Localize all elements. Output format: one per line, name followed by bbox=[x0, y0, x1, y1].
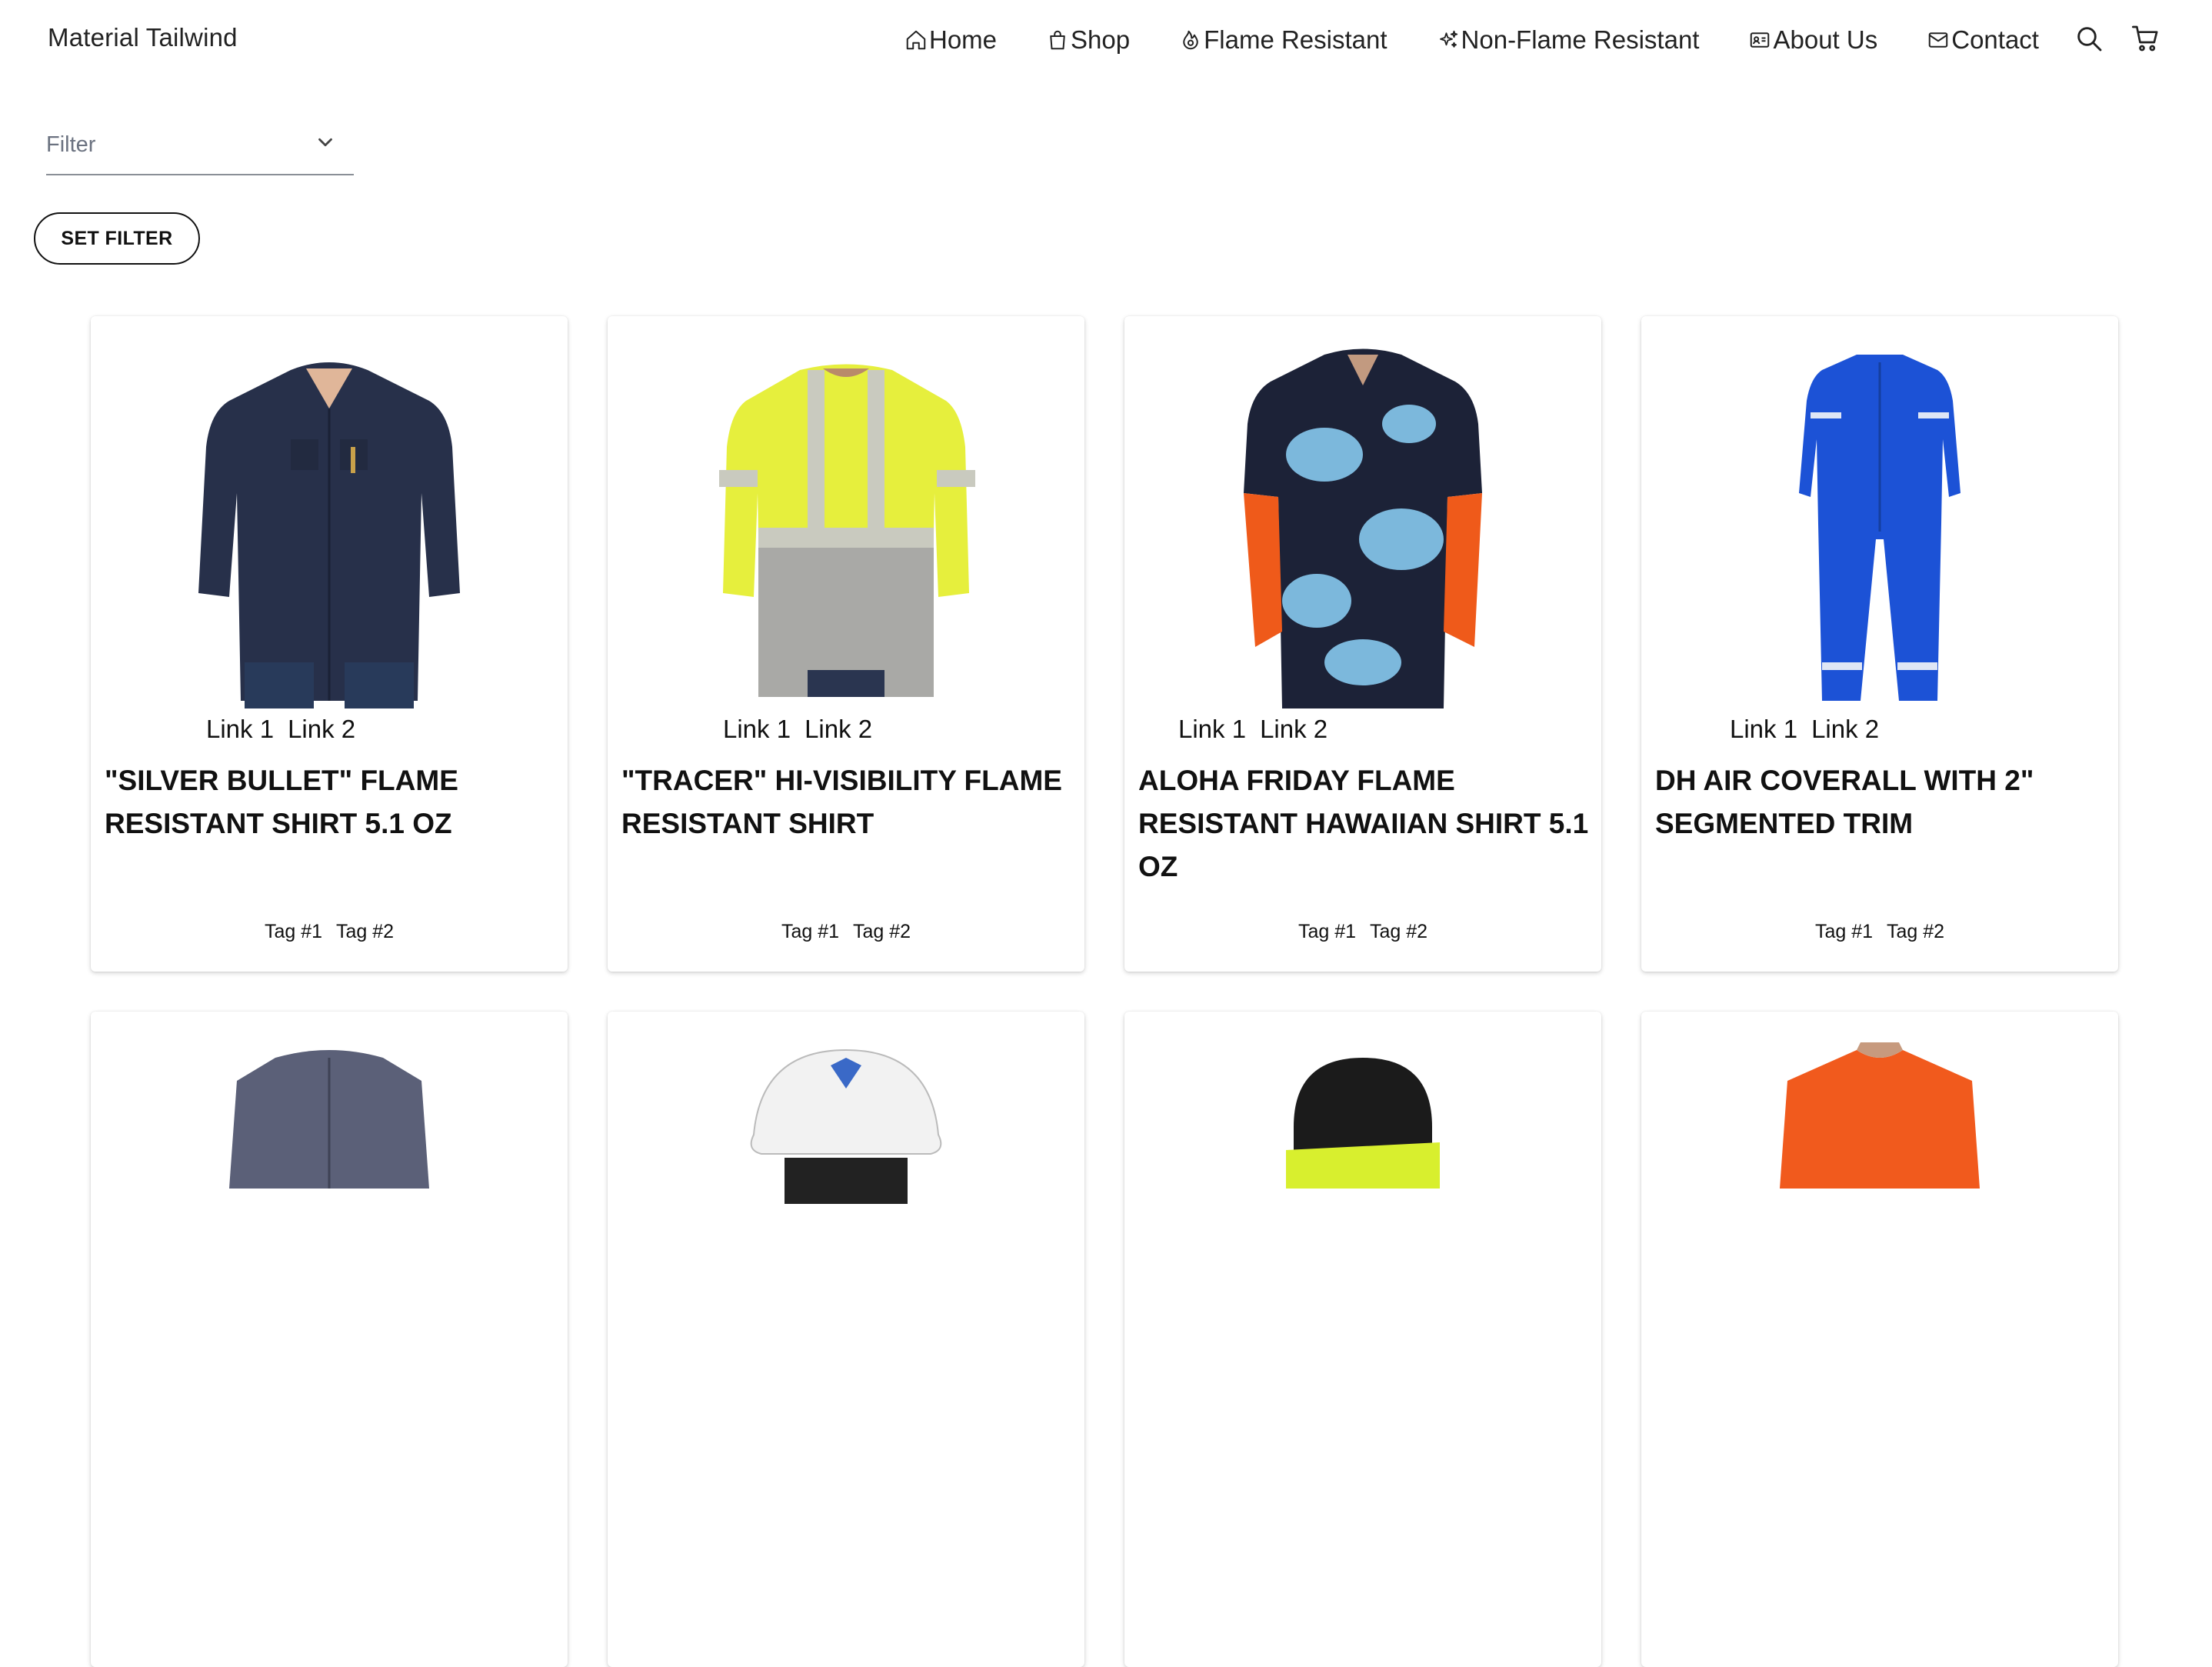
brand-logo[interactable]: Material Tailwind bbox=[48, 23, 238, 52]
product-image bbox=[1286, 1058, 1440, 1189]
product-image bbox=[1726, 339, 2034, 716]
product-link-1[interactable]: Link 1 bbox=[206, 715, 274, 744]
product-card[interactable]: Link 1 Link 2 DH Air Coverall with 2" Se… bbox=[1641, 316, 2118, 972]
nav-about-us-label: About Us bbox=[1773, 25, 1878, 54]
product-link-1[interactable]: Link 1 bbox=[1730, 715, 1797, 744]
product-tags: Tag #1 Tag #2 bbox=[1641, 921, 2118, 943]
product-tag-2[interactable]: Tag #2 bbox=[853, 921, 911, 943]
product-image bbox=[1209, 339, 1517, 716]
product-tag-1[interactable]: Tag #1 bbox=[265, 921, 322, 943]
product-card[interactable] bbox=[1124, 1012, 1601, 1667]
product-image bbox=[1780, 1042, 1980, 1189]
product-link-1[interactable]: Link 1 bbox=[723, 715, 791, 744]
product-tag-2[interactable]: Tag #2 bbox=[1370, 921, 1427, 943]
product-link-2[interactable]: Link 2 bbox=[288, 715, 355, 744]
set-filter-button[interactable]: SET FILTER bbox=[34, 212, 200, 265]
nav-contact-label: Contact bbox=[1951, 25, 2039, 54]
product-tag-1[interactable]: Tag #1 bbox=[781, 921, 839, 943]
product-links: Link 1 Link 2 bbox=[1730, 715, 2207, 744]
nav-shop-label: Shop bbox=[1071, 25, 1131, 54]
product-tag-1[interactable]: Tag #1 bbox=[1815, 921, 1873, 943]
nav-home-label: Home bbox=[929, 25, 998, 54]
filter-select[interactable]: Filter bbox=[46, 123, 354, 175]
nav-flame-resistant-label: Flame Resistant bbox=[1204, 25, 1387, 54]
main-nav: Home Shop Flame Resistant Non-Flame Resi… bbox=[904, 17, 2039, 63]
product-image bbox=[750, 1049, 942, 1204]
nav-about-us[interactable]: About Us bbox=[1748, 17, 1877, 63]
product-card[interactable] bbox=[1641, 1012, 2118, 1667]
product-card[interactable]: Link 1 Link 2 "Silver Bullet" Flame Resi… bbox=[91, 316, 568, 972]
product-image bbox=[692, 339, 1000, 716]
envelope-icon bbox=[1928, 32, 1948, 48]
id-card-icon bbox=[1751, 32, 1770, 48]
nav-home[interactable]: Home bbox=[904, 17, 997, 63]
product-link-1[interactable]: Link 1 bbox=[1178, 715, 1246, 744]
product-image bbox=[229, 1050, 429, 1189]
product-grid: Link 1 Link 2 "Silver Bullet" Flame Resi… bbox=[91, 316, 2118, 1667]
product-tag-2[interactable]: Tag #2 bbox=[336, 921, 394, 943]
cart-button[interactable] bbox=[2130, 23, 2161, 54]
product-card[interactable]: Link 1 Link 2 "Tracer" Hi-Visibility Fla… bbox=[608, 316, 1084, 972]
product-tags: Tag #1 Tag #2 bbox=[91, 921, 568, 943]
product-title[interactable]: "Tracer" Hi-Visibility Flame Resistant S… bbox=[621, 759, 1075, 845]
chevron-down-icon bbox=[318, 138, 332, 147]
nav-contact[interactable]: Contact bbox=[1927, 17, 2039, 63]
search-icon bbox=[2077, 27, 2102, 52]
header-tools bbox=[2074, 23, 2161, 54]
search-button[interactable] bbox=[2074, 23, 2104, 54]
home-icon bbox=[906, 30, 926, 50]
product-card[interactable] bbox=[608, 1012, 1084, 1667]
shopping-bag-icon bbox=[1050, 30, 1065, 50]
nav-shop[interactable]: Shop bbox=[1046, 17, 1130, 63]
product-title[interactable]: Aloha Friday Flame Resistant Hawaiian Sh… bbox=[1138, 759, 1592, 889]
product-links: Link 1 Link 2 bbox=[1178, 715, 1655, 744]
product-tag-1[interactable]: Tag #1 bbox=[1298, 921, 1356, 943]
product-tag-2[interactable]: Tag #2 bbox=[1887, 921, 1944, 943]
top-navigation-bar: Material Tailwind Home Shop Flame Resist… bbox=[0, 0, 2212, 80]
product-tags: Tag #1 Tag #2 bbox=[608, 921, 1084, 943]
product-title[interactable]: DH Air Coverall with 2" Segmented Trim bbox=[1655, 759, 2109, 845]
fire-icon bbox=[1183, 30, 1198, 50]
sparkles-icon bbox=[1439, 30, 1457, 48]
nav-non-flame-resistant[interactable]: Non-Flame Resistant bbox=[1437, 17, 1700, 63]
product-title[interactable]: "Silver Bullet" Flame Resistant Shirt 5.… bbox=[105, 759, 558, 845]
nav-non-flame-resistant-label: Non-Flame Resistant bbox=[1461, 25, 1700, 54]
nav-flame-resistant[interactable]: Flame Resistant bbox=[1179, 17, 1387, 63]
product-link-2[interactable]: Link 2 bbox=[805, 715, 872, 744]
product-card[interactable] bbox=[91, 1012, 568, 1667]
filter-placeholder: Filter bbox=[46, 132, 96, 157]
product-link-2[interactable]: Link 2 bbox=[1811, 715, 1879, 744]
product-card[interactable]: Link 1 Link 2 Aloha Friday Flame Resista… bbox=[1124, 316, 1601, 972]
product-tags: Tag #1 Tag #2 bbox=[1124, 921, 1601, 943]
product-image bbox=[175, 339, 483, 716]
cart-icon bbox=[2132, 25, 2158, 52]
product-link-2[interactable]: Link 2 bbox=[1260, 715, 1328, 744]
